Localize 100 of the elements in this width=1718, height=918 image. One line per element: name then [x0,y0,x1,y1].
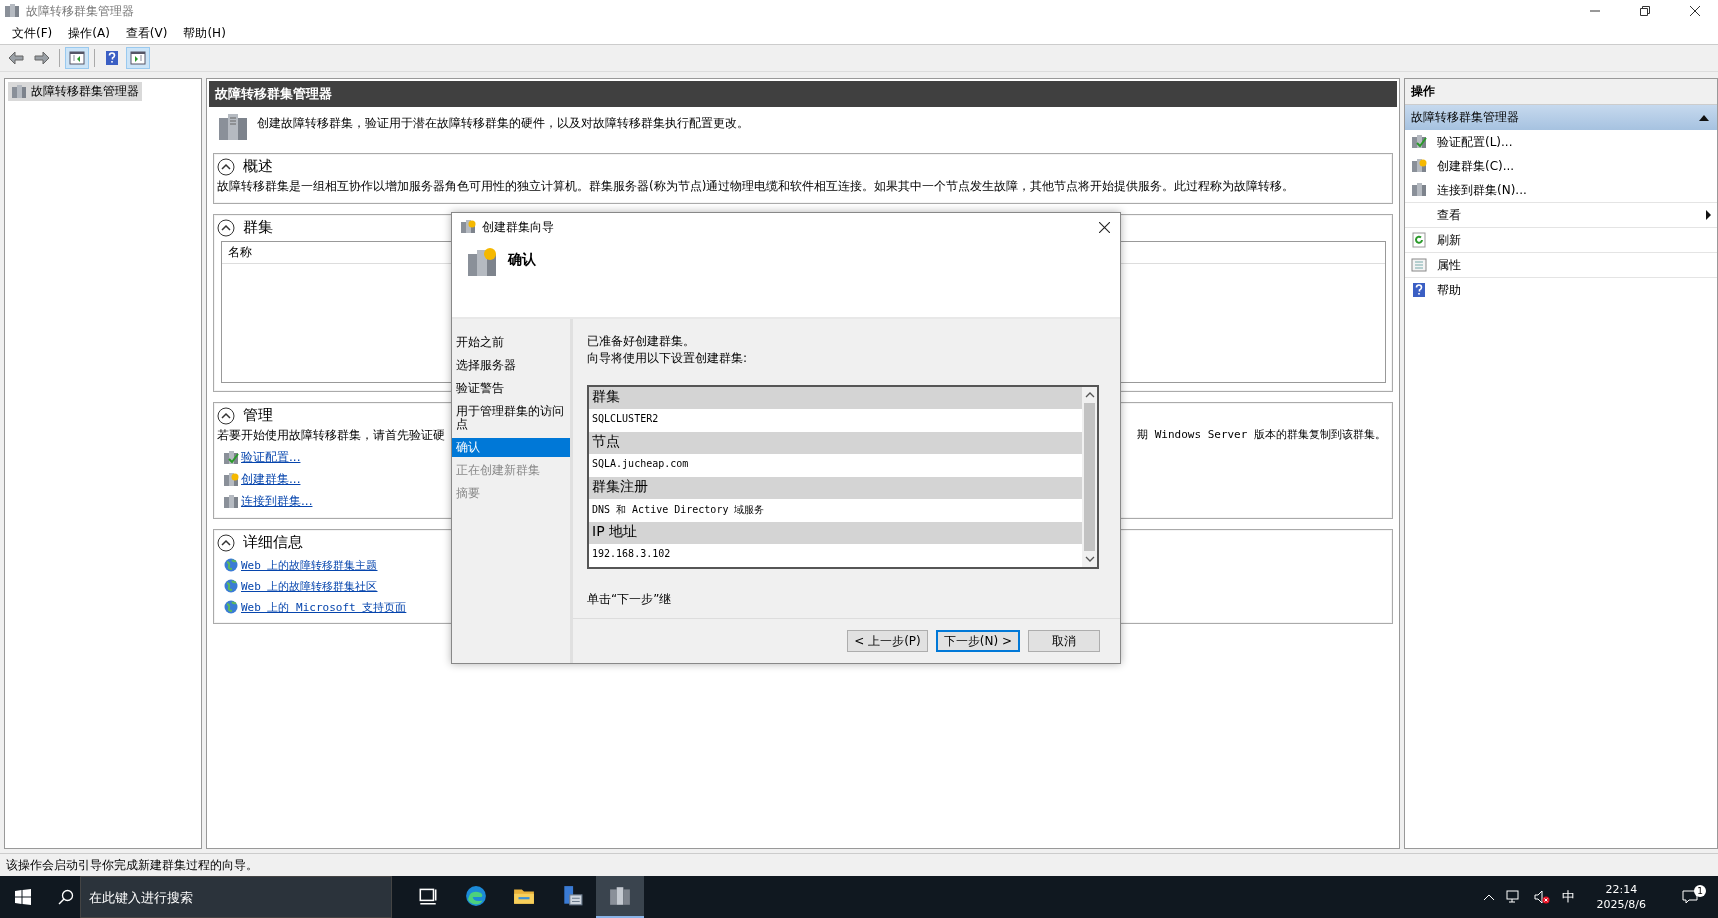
wizard-step[interactable]: 验证警告 [452,379,570,398]
forward-arrow-icon [34,50,50,66]
web-link[interactable]: Web 上的 Microsoft 支持页面 [241,599,407,615]
globe-icon [223,599,239,615]
collapse-icon[interactable] [217,218,235,237]
search-field[interactable]: 在此键入进行搜索 [80,876,392,918]
chevron-up-icon[interactable] [1483,894,1494,900]
setting-value: SQLCLUSTER2 [591,412,660,426]
console-tree-button[interactable] [65,47,89,69]
network-icon[interactable] [1505,889,1522,905]
setting-label: 群集注册 [589,477,1082,499]
globe-icon [223,578,239,594]
browser-icon [465,885,487,907]
close-icon[interactable] [1099,221,1110,233]
server-check-icon [1411,134,1427,150]
action-item[interactable]: 验证配置(L)... [1405,130,1717,154]
server-icon [11,83,27,100]
wizard-step[interactable]: 确认 [452,438,570,457]
setting-label: 群集 [589,387,1082,409]
server-check-icon [223,449,239,466]
setting-label: IP 地址 [589,522,1082,544]
management-text: 期 Windows Server 版本的群集复制到该群集。 [1137,427,1386,443]
actions-pane-title: 操作 [1405,79,1717,105]
collapse-icon[interactable] [217,533,235,552]
overview-text: 故障转移群集是一组相互协作以增加服务器角色可用性的独立计算机。群集服务器(称为节点)通过物理电缆和软件相互连接。如果其中一个节点发生故障，其他节点将开始提供服务。此过程称为故障转移。 [217,178,1296,195]
section-title: 管理 [243,406,273,425]
properties-icon [1411,257,1427,273]
server-icon [609,885,631,907]
cancel-button[interactable]: 取消 [1028,630,1100,652]
setting-value: DNS 和 Active Directory 域服务 [591,503,766,517]
web-link[interactable]: Web 上的故障转移群集主题 [241,557,378,573]
action-item[interactable]: 刷新 [1405,228,1717,253]
management-link[interactable]: 验证配置... [241,449,301,466]
clock[interactable]: 22:14 2025/8/6 [1586,882,1656,912]
scroll-up-icon[interactable] [1084,392,1095,398]
wizard-heading: 确认 [508,250,536,269]
setting-value: 192.168.3.102 [591,547,672,561]
server-star-icon [223,471,239,488]
next-button[interactable]: 下一步(N) > [935,630,1020,652]
wizard-step[interactable]: 选择服务器 [452,356,570,375]
server-star-icon [1411,158,1427,174]
refresh-icon [1411,232,1427,248]
collapse-triangle-icon [1699,114,1709,121]
action-item[interactable]: 连接到群集(N)... [1405,178,1717,203]
status-text: 该操作会启动引导你完成新建群集过程的向导。 [6,856,258,874]
wizard-step[interactable]: 开始之前 [452,333,570,352]
wizard-step[interactable]: 用于管理群集的访问点 [452,402,570,434]
collapse-icon[interactable] [217,406,235,425]
column-header[interactable]: 名称 [228,245,252,259]
action-item[interactable]: 查看 [1405,203,1717,228]
menu-item[interactable]: 帮助(H) [175,22,234,44]
intro-text: 向导将使用以下设置创建群集: [587,350,749,367]
collapse-icon[interactable] [217,157,235,176]
muted-speaker-icon[interactable] [1533,889,1550,905]
setting-label: 节点 [589,432,1082,454]
management-link[interactable]: 创建群集... [241,471,301,488]
section-title: 概述 [243,157,273,176]
restore-icon[interactable] [1640,6,1650,16]
description-text: 创建故障转移群集，验证用于潜在故障转移群集的硬件，以及对故障转移群集执行配置更改。 [257,115,749,132]
cluster-manager-button[interactable] [596,876,644,918]
server-star-icon [466,247,498,279]
section-title: 群集 [243,218,273,237]
menu-item[interactable]: 查看(V) [117,22,176,44]
help-icon [1411,282,1427,298]
notification-icon [1682,889,1698,905]
cluster-manager-icon [4,3,20,19]
server-icon [223,493,239,510]
globe-icon [223,557,239,573]
hint-text: 单击“下一步”继 [587,591,673,608]
back-arrow-icon [8,50,24,66]
wizard-icon [460,219,476,235]
section-title: 详细信息 [243,533,303,552]
action-item[interactable]: 属性 [1405,253,1717,278]
dialog-title: 创建群集向导 [482,218,554,236]
action-item[interactable]: 创建群集(C)... [1405,154,1717,178]
tree-item[interactable]: 故障转移群集管理器 [8,82,142,101]
windows-logo-icon [15,889,31,905]
pane-header: 故障转移群集管理器 [209,81,1397,107]
pane-toggle-icon [130,50,146,66]
scroll-down-icon[interactable] [1084,556,1095,562]
action-item[interactable]: 帮助 [1405,278,1717,302]
intro-text: 已准备好创建群集。 [587,333,696,350]
action-group-header[interactable]: 故障转移群集管理器 [1405,105,1717,130]
pane-toggle-icon [69,50,85,66]
management-link[interactable]: 连接到群集... [241,493,313,510]
menu-item[interactable]: 文件(F) [4,22,61,44]
server-cluster-icon [217,111,249,143]
web-link[interactable]: Web 上的故障转移群集社区 [241,578,378,594]
close-icon[interactable] [1690,6,1700,16]
back-button[interactable]: < 上一步(P) [847,630,928,652]
window-title: 故障转移群集管理器 [26,2,134,20]
help-icon [104,50,120,66]
management-text: 若要开始使用故障转移群集，请首先验证硬 [217,427,445,444]
scrollbar[interactable] [1082,387,1097,567]
server-icon [1411,182,1427,198]
setting-value: SQLA.jucheap.com [591,457,690,471]
input-method-indicator[interactable]: 中 [1561,888,1575,906]
menu-item[interactable]: 操作(A) [60,22,118,44]
action-pane-button[interactable] [126,47,150,69]
search-icon [58,889,74,905]
